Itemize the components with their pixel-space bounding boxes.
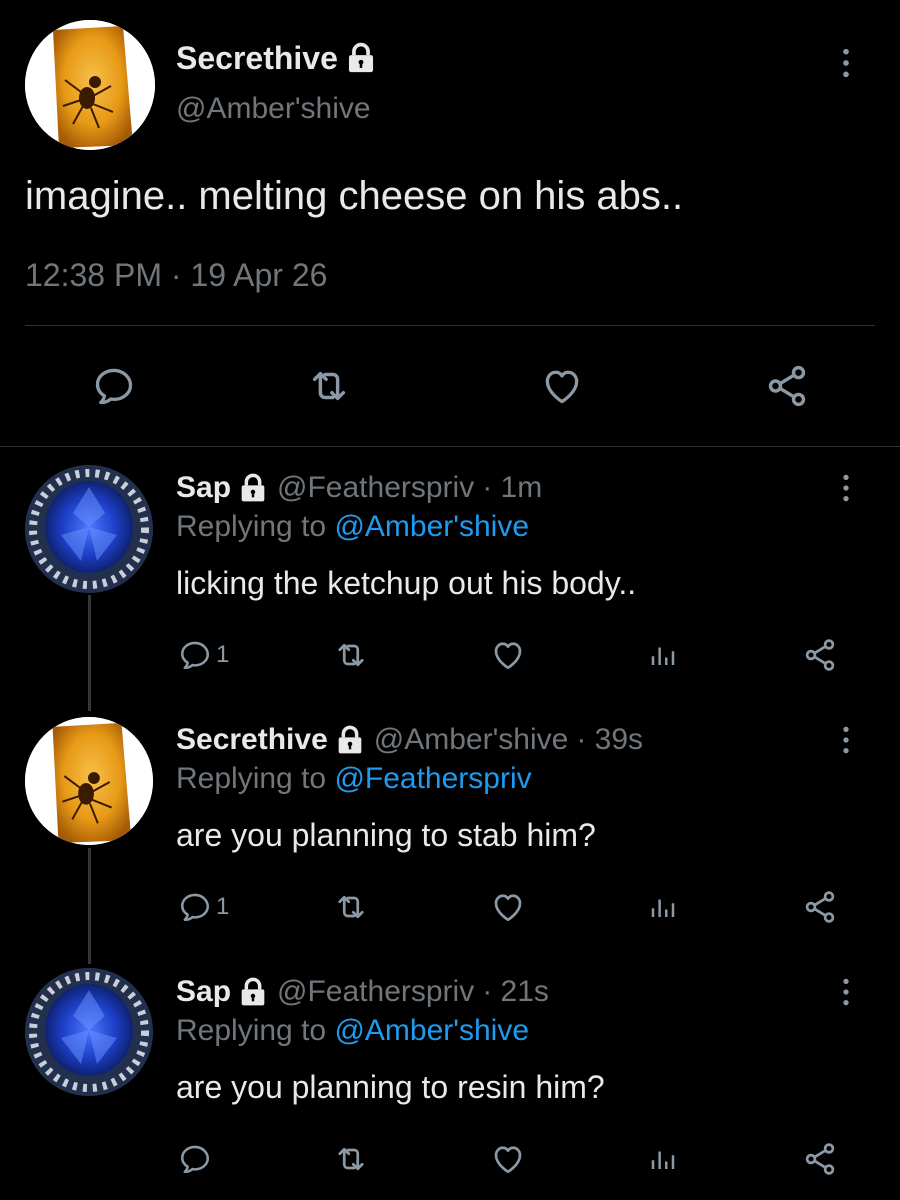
reply-icon — [178, 890, 212, 924]
thread-line — [88, 848, 91, 964]
tweet-text: are you planning to resin him? — [176, 1069, 605, 1105]
reply-button[interactable] — [178, 1142, 216, 1176]
retweet-icon[interactable] — [306, 363, 352, 409]
share-icon[interactable] — [764, 363, 810, 409]
author-row: Sap @Featherspriv · 1m — [176, 468, 542, 508]
more-vertical-icon[interactable] — [840, 976, 852, 1008]
replying-to-link[interactable]: @Featherspriv — [334, 762, 531, 795]
replying-to-link[interactable]: @Amber'shive — [334, 510, 529, 543]
lock-icon — [237, 976, 269, 1008]
time[interactable]: · 21s — [482, 975, 549, 1009]
divider — [0, 446, 900, 447]
reply-icon — [178, 1142, 212, 1176]
lock-icon — [344, 41, 378, 75]
replying-to: Replying to @Featherspriv — [176, 762, 532, 796]
replying-to: Replying to @Amber'shive — [176, 510, 529, 544]
heart-icon[interactable] — [540, 364, 584, 408]
share-icon[interactable] — [802, 1141, 838, 1177]
timestamp[interactable]: 12:38 PM · 19 Apr 26 — [25, 257, 327, 294]
avatar[interactable] — [25, 20, 155, 150]
reply-count: 1 — [216, 641, 230, 668]
retweet-icon[interactable] — [333, 1141, 369, 1177]
replying-to-link[interactable]: @Amber'shive — [334, 1014, 529, 1047]
heart-icon[interactable] — [490, 889, 526, 925]
display-name[interactable]: Secrethive — [176, 723, 328, 757]
handle[interactable]: @Featherspriv — [277, 975, 474, 1009]
amber-avatar-image — [25, 20, 155, 150]
amber-avatar-image — [25, 717, 153, 845]
tweet-text: imagine.. melting cheese on his abs.. — [25, 174, 684, 218]
reply-button[interactable]: 1 — [178, 638, 229, 672]
display-name[interactable]: Secrethive — [176, 40, 338, 77]
analytics-icon[interactable] — [648, 638, 678, 672]
analytics-icon[interactable] — [648, 1142, 678, 1176]
replying-to-label: Replying to — [176, 762, 327, 795]
replying-to-label: Replying to — [176, 510, 327, 543]
time[interactable]: · 1m — [482, 471, 542, 505]
avatar[interactable] — [25, 717, 153, 845]
author-row: Secrethive — [176, 38, 378, 78]
author-row: Secrethive @Amber'shive · 39s — [176, 720, 643, 760]
lock-icon — [334, 724, 366, 756]
display-name[interactable]: Sap — [176, 471, 231, 505]
author-row: Sap @Featherspriv · 21s — [176, 972, 549, 1012]
sapphire-avatar-image — [25, 968, 153, 1096]
reply-count: 1 — [216, 893, 230, 920]
display-name[interactable]: Sap — [176, 975, 231, 1009]
replying-to-label: Replying to — [176, 1014, 327, 1047]
reply-icon — [178, 638, 212, 672]
reply-button[interactable]: 1 — [178, 890, 229, 924]
lock-icon — [237, 472, 269, 504]
handle[interactable]: @Featherspriv — [277, 471, 474, 505]
time[interactable]: · 39s — [576, 723, 643, 757]
tweet-text: are you planning to stab him? — [176, 817, 596, 853]
retweet-icon[interactable] — [333, 889, 369, 925]
share-icon[interactable] — [802, 637, 838, 673]
replying-to: Replying to @Amber'shive — [176, 1014, 529, 1048]
more-vertical-icon[interactable] — [840, 724, 852, 756]
analytics-icon[interactable] — [648, 890, 678, 924]
handle[interactable]: @Amber'shive — [374, 723, 569, 757]
more-vertical-icon[interactable] — [840, 46, 852, 80]
avatar[interactable] — [25, 465, 153, 593]
divider — [25, 325, 875, 326]
sapphire-avatar-image — [25, 465, 153, 593]
retweet-icon[interactable] — [333, 637, 369, 673]
more-vertical-icon[interactable] — [840, 472, 852, 504]
heart-icon[interactable] — [490, 637, 526, 673]
tweet-text: licking the ketchup out his body.. — [176, 565, 637, 601]
handle[interactable]: @Amber'shive — [176, 92, 371, 126]
thread-line — [88, 595, 91, 711]
share-icon[interactable] — [802, 889, 838, 925]
reply-icon[interactable] — [92, 364, 136, 408]
heart-icon[interactable] — [490, 1141, 526, 1177]
avatar[interactable] — [25, 968, 153, 1096]
